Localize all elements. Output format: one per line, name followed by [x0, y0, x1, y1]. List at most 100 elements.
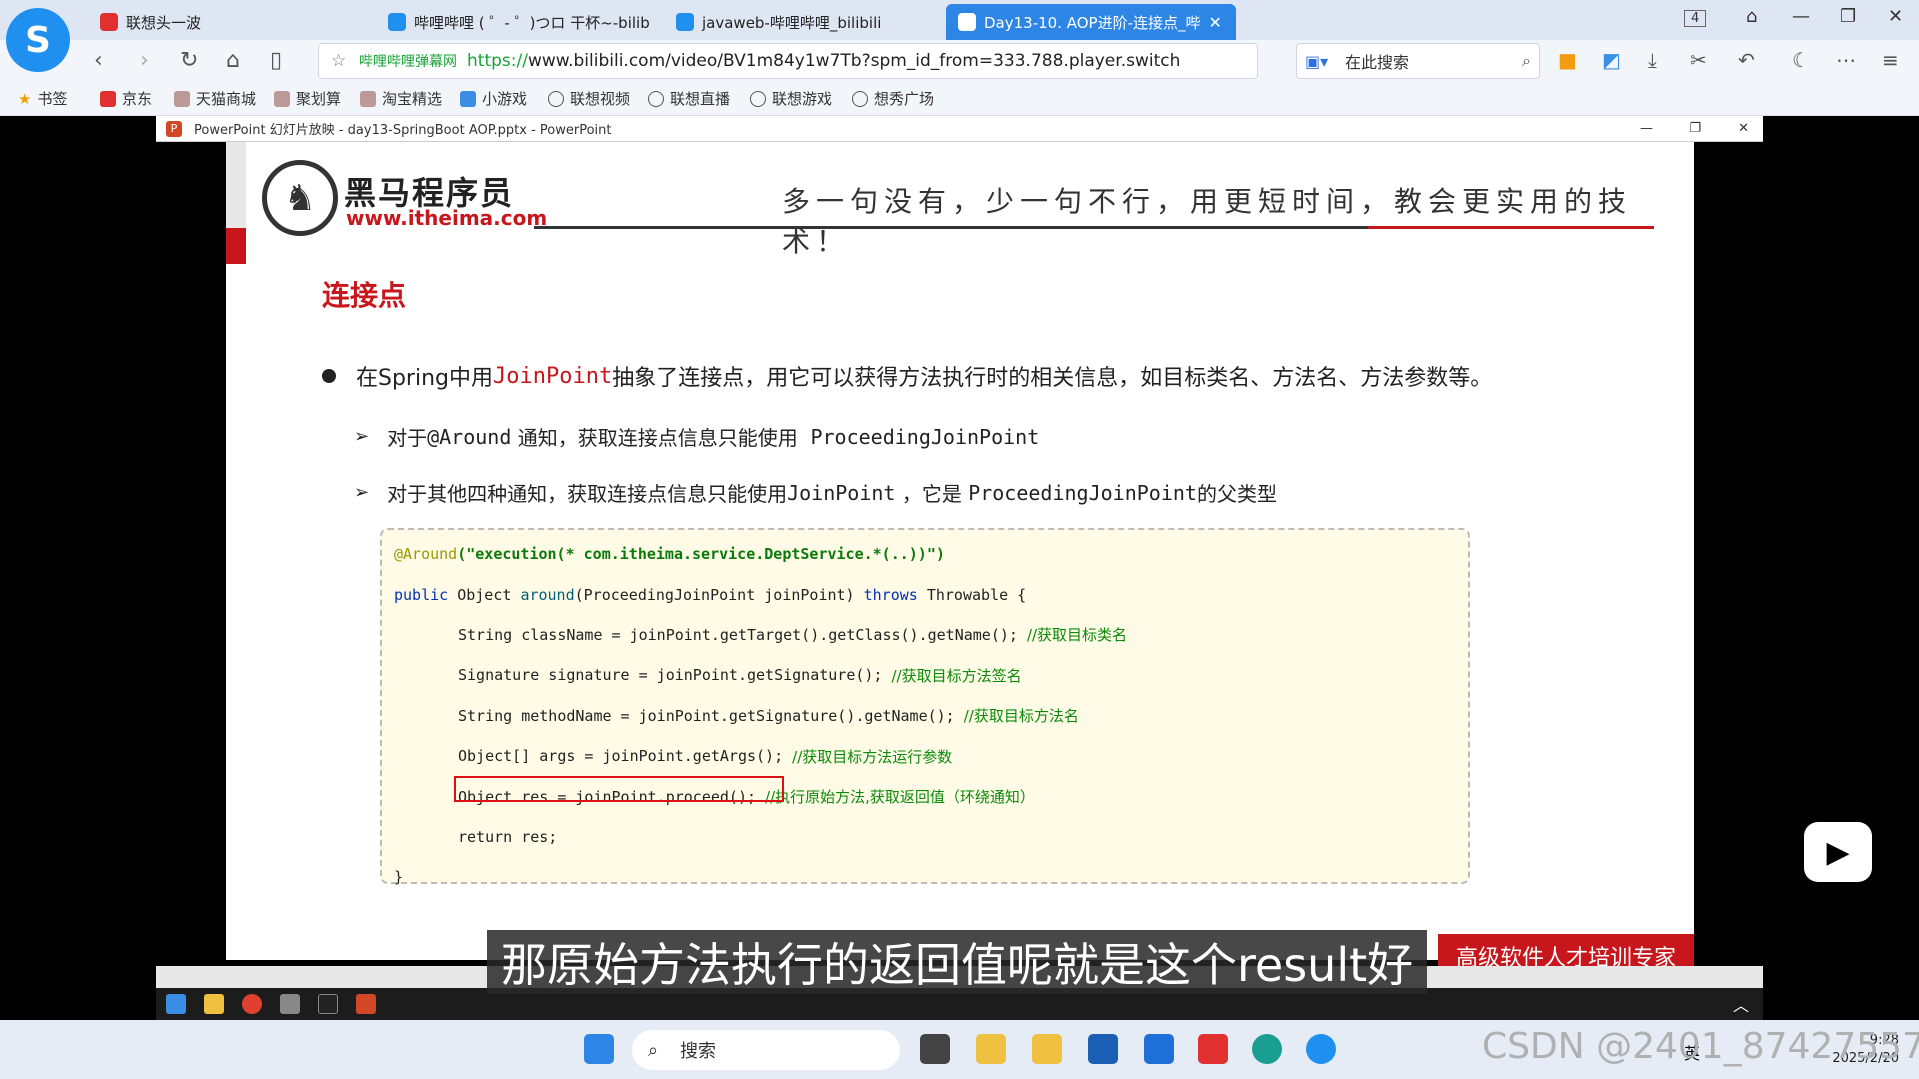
code-line: Object[] args = joinPoint.getArgs(); //获…	[458, 747, 953, 766]
back-icon[interactable]: ‹	[94, 48, 103, 73]
star-icon[interactable]: ☆	[331, 51, 346, 71]
lenovo-icon[interactable]	[1144, 1034, 1174, 1064]
close-window-icon[interactable]: ✕	[1888, 6, 1903, 27]
bookmark-item[interactable]: 淘宝精选	[360, 88, 442, 109]
code-block: @Around ("execution(* com.itheima.service…	[380, 528, 1470, 886]
ppt-title-bar: P PowerPoint 幻灯片放映 - day13-SpringBoot AO…	[156, 116, 1763, 142]
code-line: @Around ("execution(* com.itheima.service…	[394, 545, 945, 564]
code-line: }	[394, 868, 404, 887]
bookmark-item[interactable]: 想秀广场	[852, 88, 934, 109]
code-line: public Object around (ProceedingJoinPoint…	[394, 585, 1027, 604]
tab-count-badge[interactable]: 4	[1684, 10, 1707, 27]
browser-app-icon[interactable]	[1306, 1034, 1336, 1064]
bookmark-item[interactable]: 聚划算	[274, 88, 341, 109]
bilibili-icon	[388, 13, 406, 31]
slogan-rule-accent	[1368, 226, 1654, 229]
url-bar[interactable]: ☆ 哔哩哔哩弹幕网 https:// www.bilibili.com/vide…	[318, 43, 1258, 79]
bookmark-item[interactable]: 联想游戏	[750, 88, 832, 109]
jd-icon	[100, 90, 116, 107]
scissors-icon[interactable]: ✂	[1690, 48, 1707, 72]
taobao-icon	[360, 90, 376, 107]
taskbar-search[interactable]: ⌕ 搜索	[632, 1030, 900, 1070]
app-icon[interactable]	[280, 994, 300, 1014]
bookmark-item[interactable]: 联想视频	[548, 88, 630, 109]
close-tab-icon[interactable]: ✕	[1209, 13, 1222, 32]
download-icon[interactable]: ⤓	[1648, 48, 1657, 72]
home-icon[interactable]: ⌂	[226, 48, 240, 73]
slide-heading: 连接点	[322, 279, 407, 312]
video-subtitle: 那原始方法执行的返回值呢就是这个result好	[487, 930, 1428, 994]
shirt-icon[interactable]: ⌂	[1746, 6, 1757, 27]
tab-3[interactable]: javaweb-哔哩哔哩_bilibili	[664, 4, 934, 40]
search-icon: ⌕	[648, 1039, 659, 1061]
night-mode-icon[interactable]: ☾	[1792, 48, 1810, 72]
bookmark-item[interactable]: 小游戏	[460, 88, 527, 109]
bookmark-item[interactable]: 联想直播	[648, 88, 730, 109]
globe-icon	[648, 90, 664, 107]
bilibili-icon	[676, 13, 694, 31]
tab-2[interactable]: 哔哩哔哩 ( ゜- ゜)つロ 干杯~-bilib	[376, 4, 656, 40]
bookmark-folder[interactable]: ★ 书签	[18, 88, 67, 109]
code-line: String methodName = joinPoint.getSignatu…	[458, 706, 1079, 726]
tab-active[interactable]: Day13-10. AOP进阶-连接点_哔 ✕	[946, 4, 1236, 40]
code-line: return res;	[458, 827, 558, 846]
minimize-icon[interactable]: —	[1792, 6, 1810, 27]
more-icon[interactable]: ⋯	[1836, 48, 1856, 72]
tab-bar: S 联想头一波 哔哩哔哩 ( ゜- ゜)つロ 干杯~-bilib javaweb…	[0, 0, 1919, 72]
undo-icon[interactable]: ↶	[1738, 48, 1755, 72]
store-icon[interactable]	[1088, 1034, 1118, 1064]
forward-icon[interactable]: ›	[140, 48, 149, 73]
tab-1[interactable]: 联想头一波	[88, 4, 368, 40]
menu-icon[interactable]: ≡	[1882, 48, 1899, 72]
juhuasuan-icon	[274, 90, 290, 107]
globe-icon	[548, 90, 564, 107]
powerpoint-icon[interactable]	[356, 994, 376, 1014]
browser-logo-icon[interactable]: S	[6, 8, 70, 72]
search-placeholder: 在此搜索	[1345, 53, 1410, 72]
browser-toolbar: ‹ › ↻ ⌂ ▯ ☆ 哔哩哔哩弹幕网 https:// www.bilibil…	[0, 40, 1919, 82]
app-icon[interactable]	[976, 1034, 1006, 1064]
bookmark-item[interactable]: 京东	[100, 88, 152, 109]
reload-icon[interactable]: ↻	[180, 48, 198, 73]
windows-start-icon[interactable]	[584, 1034, 614, 1064]
play-icon[interactable]: ▶	[1804, 822, 1872, 882]
logo-url: www.itheima.com	[346, 206, 548, 230]
arrow-bullet-icon: ➢	[354, 482, 370, 503]
restore-icon[interactable]: ❐	[1840, 6, 1856, 27]
file-explorer-icon[interactable]	[204, 994, 224, 1014]
bullet-main: 在Spring中用 JoinPoint 抽象了连接点，用它可以获得方法执行时的相…	[322, 360, 1492, 392]
search-icon[interactable]: ⌕	[1522, 51, 1531, 71]
chrome-icon[interactable]	[242, 994, 262, 1014]
file-explorer-icon[interactable]	[1032, 1034, 1062, 1064]
game-icon	[460, 90, 476, 107]
annotation-highlight-box	[454, 776, 784, 802]
arrow-bullet-icon: ➢	[354, 426, 370, 447]
bookmarks-bar: ★ 书签 京东 天猫商城 聚划算 淘宝精选 小游戏 联想视频 联想直播 联想游戏 …	[0, 82, 1919, 116]
app-icon[interactable]: ■	[1558, 48, 1577, 72]
reader-icon[interactable]: ▯	[270, 48, 282, 73]
minimize-icon[interactable]: —	[1640, 121, 1653, 136]
search-box[interactable]: ▣▾ 在此搜索 ⌕	[1296, 43, 1540, 79]
bullet-dot	[322, 369, 336, 383]
send-icon[interactable]: ◩	[1602, 48, 1621, 72]
restore-icon[interactable]: ❐	[1689, 121, 1701, 136]
ppt-window-title: PowerPoint 幻灯片放映 - day13-SpringBoot AOP.…	[194, 123, 612, 138]
url-site-label: 哔哩哔哩弹幕网	[359, 54, 457, 70]
code-line: String className = joinPoint.getTarget()…	[458, 625, 1128, 645]
bullet-sub-1: ➢ 对于 @Around 通知，获取连接点信息只能使用 ProceedingJo…	[354, 424, 1040, 451]
task-view-icon[interactable]	[920, 1034, 950, 1064]
url-path: www.bilibili.com/video/BV1m84y1w7Tb?spm_…	[527, 51, 1181, 71]
bilibili-icon	[958, 13, 976, 31]
close-window-icon[interactable]: ✕	[1738, 121, 1749, 136]
chevron-up-icon[interactable]: ︿	[1733, 992, 1749, 1016]
search-engine-icon[interactable]: ▣▾	[1305, 52, 1328, 71]
windows-start-icon[interactable]	[166, 994, 186, 1014]
star-icon: ★	[18, 89, 32, 108]
wps-icon[interactable]	[1198, 1034, 1228, 1064]
bullet-sub-2: ➢ 对于其他四种通知，获取连接点信息只能使用 JoinPoint ，它是 Pro…	[354, 480, 1277, 507]
edge-icon[interactable]	[1252, 1034, 1282, 1064]
bookmark-item[interactable]: 天猫商城	[174, 88, 256, 109]
slogan: 多一句没有，少一句不行，用更短时间，教会更实用的技术！	[782, 185, 1633, 258]
slide-accent-bar	[226, 228, 246, 264]
intellij-icon[interactable]	[318, 994, 338, 1014]
